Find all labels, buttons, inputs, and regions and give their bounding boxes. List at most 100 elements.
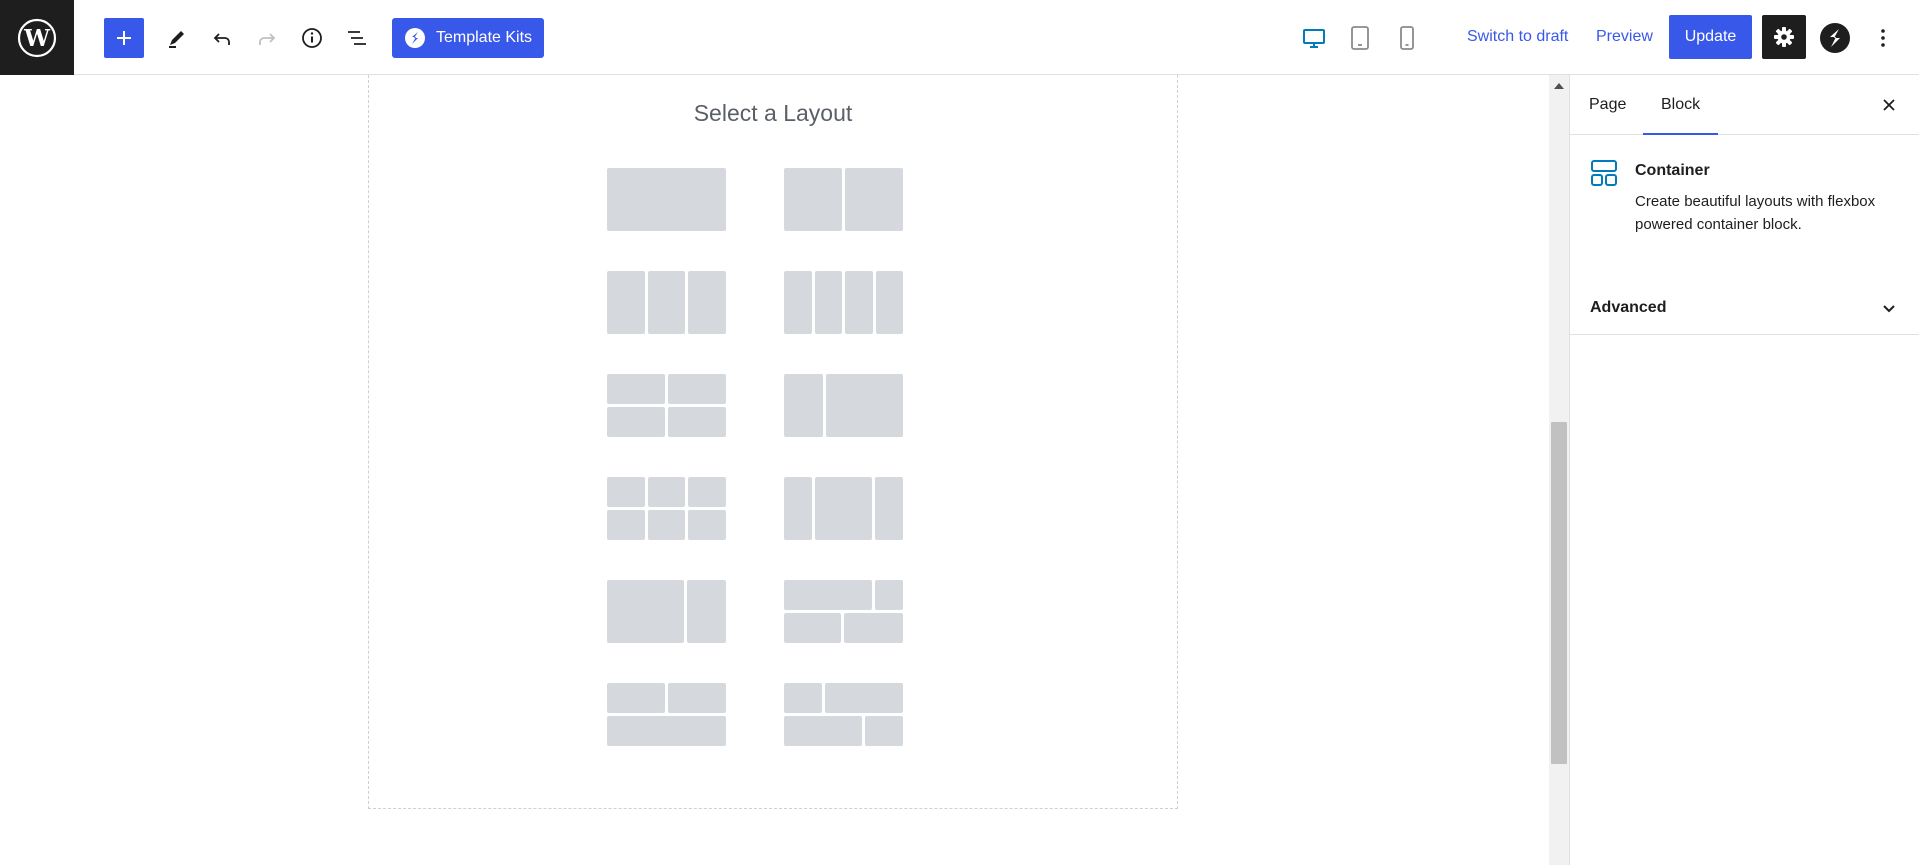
canvas-scrollbar[interactable] bbox=[1549, 75, 1569, 865]
details-button[interactable] bbox=[292, 18, 332, 58]
options-menu-button[interactable] bbox=[1863, 18, 1903, 58]
redo-icon bbox=[259, 33, 276, 45]
pencil-icon bbox=[169, 31, 184, 48]
close-sidebar-button[interactable] bbox=[1877, 93, 1901, 117]
layout-option-mixed-rows-a[interactable] bbox=[784, 580, 903, 643]
layout-cell bbox=[784, 271, 812, 334]
layout-cell bbox=[607, 271, 645, 334]
device-desktop-button[interactable] bbox=[1294, 18, 1334, 58]
layout-option-1-2-columns[interactable] bbox=[784, 374, 903, 437]
editor-canvas: Select a Layout bbox=[0, 75, 1549, 865]
layout-cell bbox=[607, 477, 645, 507]
list-view-icon bbox=[348, 31, 366, 45]
layout-option-mixed-rows-b[interactable] bbox=[784, 683, 903, 746]
layout-cell bbox=[607, 407, 665, 437]
layout-cell bbox=[874, 477, 903, 540]
layout-cell bbox=[607, 510, 645, 540]
spectra-icon bbox=[405, 28, 425, 48]
layout-cell bbox=[824, 683, 903, 713]
svg-text:W: W bbox=[23, 25, 51, 52]
layout-cell bbox=[607, 716, 726, 746]
layout-cell bbox=[607, 374, 665, 404]
layout-cell bbox=[784, 613, 841, 643]
info-icon bbox=[302, 28, 322, 48]
device-mobile-button[interactable] bbox=[1387, 18, 1427, 58]
layout-cell bbox=[845, 271, 873, 334]
layout-option-2-over-1[interactable] bbox=[607, 683, 726, 746]
layout-cell bbox=[784, 683, 822, 713]
layout-cell bbox=[784, 716, 863, 746]
layout-cell bbox=[865, 716, 903, 746]
layout-cell bbox=[647, 271, 686, 334]
settings-button[interactable] bbox=[1762, 15, 1806, 59]
close-icon bbox=[1883, 99, 1895, 111]
layout-cell bbox=[784, 580, 872, 610]
layout-cell bbox=[688, 271, 726, 334]
undo-icon bbox=[213, 33, 230, 45]
advanced-label: Advanced bbox=[1590, 299, 1667, 316]
layout-option-4-columns[interactable] bbox=[784, 271, 903, 334]
layout-cell bbox=[647, 477, 686, 507]
redo-button[interactable] bbox=[247, 18, 287, 58]
layout-cell bbox=[688, 477, 726, 507]
scrollbar-thumb[interactable] bbox=[1551, 422, 1567, 764]
layout-cell bbox=[814, 271, 842, 334]
plus-icon bbox=[117, 31, 131, 45]
layout-cell bbox=[668, 374, 726, 404]
layout-cell bbox=[815, 477, 872, 540]
layout-cell bbox=[845, 168, 903, 231]
desktop-icon bbox=[1303, 29, 1325, 48]
sidebar-tabs: Page Block bbox=[1570, 75, 1919, 135]
template-kits-label: Template Kits bbox=[436, 29, 533, 46]
settings-sidebar: Page Block Container Create beautiful la… bbox=[1569, 75, 1919, 865]
layout-option-1-column[interactable] bbox=[607, 168, 726, 231]
layout-cell bbox=[843, 613, 903, 643]
chevron-down-icon bbox=[1883, 305, 1895, 313]
tools-button[interactable] bbox=[157, 18, 197, 58]
layout-cell bbox=[784, 477, 813, 540]
layout-cell bbox=[875, 271, 903, 334]
wordpress-logo-button[interactable]: W bbox=[0, 0, 74, 75]
list-view-button[interactable] bbox=[337, 18, 377, 58]
layout-option-2x2-grid[interactable] bbox=[607, 374, 726, 437]
advanced-panel-toggle[interactable]: Advanced bbox=[1570, 274, 1919, 344]
wordpress-logo-icon: W bbox=[17, 18, 57, 57]
switch-to-draft-button[interactable]: Switch to draft bbox=[1467, 28, 1568, 46]
preview-button[interactable]: Preview bbox=[1596, 28, 1653, 46]
layout-option-1-2-1-columns[interactable] bbox=[784, 477, 903, 540]
scroll-up-arrow-icon[interactable] bbox=[1554, 83, 1564, 89]
layout-option-2x3-grid[interactable] bbox=[607, 477, 726, 540]
layout-cell bbox=[668, 683, 726, 713]
layout-cell bbox=[874, 580, 903, 610]
tab-page[interactable]: Page bbox=[1589, 75, 1626, 135]
container-block-icon bbox=[1591, 160, 1617, 186]
layout-option-2-1-columns[interactable] bbox=[607, 580, 726, 643]
device-tablet-button[interactable] bbox=[1340, 18, 1380, 58]
layout-cell bbox=[607, 580, 685, 643]
layout-cell bbox=[687, 580, 726, 643]
tablet-icon bbox=[1351, 26, 1369, 50]
block-name: Container bbox=[1635, 162, 1710, 179]
kebab-menu-icon bbox=[1881, 29, 1885, 47]
template-kits-button[interactable]: Template Kits bbox=[392, 18, 544, 58]
layout-option-2-columns[interactable] bbox=[784, 168, 903, 231]
layout-option-3-columns[interactable] bbox=[607, 271, 726, 334]
layout-cell bbox=[668, 407, 726, 437]
block-description: Create beautiful layouts with flexbox po… bbox=[1635, 193, 1876, 233]
undo-button[interactable] bbox=[202, 18, 242, 58]
update-button[interactable]: Update bbox=[1669, 15, 1752, 59]
gear-icon bbox=[1774, 27, 1794, 47]
spectra-icon bbox=[1820, 23, 1850, 53]
layout-cell bbox=[784, 374, 823, 437]
layout-cell bbox=[607, 168, 726, 231]
layout-title: Select a Layout bbox=[693, 100, 853, 126]
layout-cell bbox=[647, 510, 686, 540]
layout-cell bbox=[607, 683, 665, 713]
spectra-button[interactable] bbox=[1815, 18, 1855, 58]
add-block-button[interactable] bbox=[104, 18, 144, 58]
mobile-icon bbox=[1400, 26, 1414, 50]
tab-block[interactable]: Block bbox=[1643, 75, 1719, 135]
layout-cell bbox=[825, 374, 903, 437]
layout-cell bbox=[688, 510, 726, 540]
layout-cell bbox=[784, 168, 842, 231]
